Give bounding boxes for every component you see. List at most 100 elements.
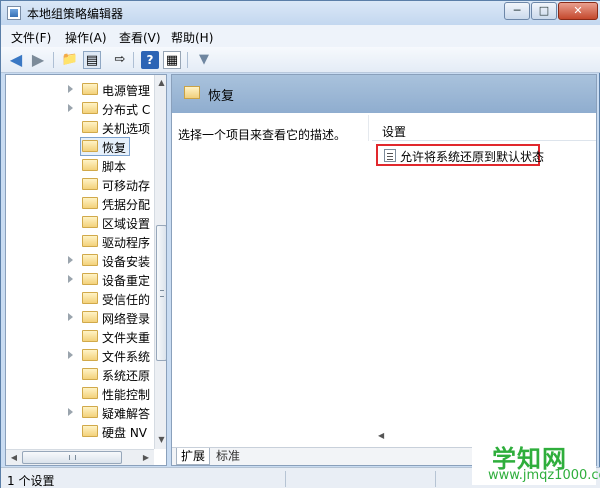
watermark-url: www.jmqz1000.com [488, 468, 600, 483]
tree-item-label: 区域设置 [102, 217, 151, 231]
folder-icon [82, 349, 98, 361]
tree-item[interactable]: 分布式 C [6, 99, 156, 118]
tree-item[interactable]: 设备安装 [6, 251, 156, 270]
tree-item[interactable]: 区域设置 [6, 213, 156, 232]
forward-arrow-icon[interactable]: ▶ [29, 51, 47, 69]
tree-item-label: 设备重定 [102, 274, 151, 288]
expand-arrow-icon[interactable] [68, 408, 73, 416]
gpedit-window: 本地组策略编辑器 ─ □ ✕ 文件(F) 操作(A) 查看(V) 帮助(H) ◀… [0, 0, 600, 488]
close-button[interactable]: ✕ [558, 2, 598, 20]
tree-item[interactable]: 设备重定 [6, 270, 156, 289]
menu-view[interactable]: 查看(V) [119, 29, 161, 46]
detail-title: 恢复 [208, 89, 235, 104]
folder-icon [82, 330, 98, 342]
folder-icon [82, 140, 98, 152]
filter-icon[interactable]: ▼ [195, 51, 213, 69]
scroll-left-arrow-icon[interactable]: ◀ [7, 451, 21, 464]
tree-pane[interactable]: 电源管理 分布式 C 关机选项恢复 脚本可移动存凭据分配区域设置驱动程序设备安装设备重… [5, 74, 167, 466]
properties-icon[interactable]: ▦ [163, 51, 181, 69]
tree-item[interactable]: 性能控制 [6, 384, 156, 403]
setting-row[interactable]: 允许将系统还原到默认状态 [376, 144, 544, 166]
tree-item[interactable]: 受信任的 [6, 289, 156, 308]
folder-icon [82, 121, 98, 133]
tree-item[interactable]: 系统还原 [6, 365, 156, 384]
scroll-down-arrow-icon[interactable]: ▼ [156, 433, 166, 447]
scroll-right-arrow-icon[interactable]: ▶ [139, 451, 153, 464]
folder-icon [82, 235, 98, 247]
scroll-up-arrow-icon[interactable]: ▲ [156, 76, 166, 90]
toolbar-separator [133, 52, 134, 68]
expand-arrow-icon[interactable] [68, 275, 73, 283]
expand-arrow-icon[interactable] [68, 104, 73, 112]
scroll-left-arrow-icon[interactable]: ◀ [378, 431, 384, 440]
folder-icon [82, 425, 98, 437]
tree-item-label: 系统还原 [102, 369, 151, 383]
tree-item-label: 文件夹重 [102, 331, 151, 345]
folder-icon [82, 197, 98, 209]
tab-extended[interactable]: 扩展 [176, 448, 211, 465]
tree-item-label: 电源管理 [102, 84, 151, 98]
folder-icon [184, 86, 200, 99]
back-arrow-icon[interactable]: ◀ [7, 51, 25, 69]
scroll-thumb[interactable] [156, 225, 166, 361]
expand-arrow-icon[interactable] [68, 313, 73, 321]
column-header-label: 设置 [382, 125, 407, 139]
app-icon [7, 6, 21, 20]
folder-icon [82, 254, 98, 266]
menu-bar: 文件(F) 操作(A) 查看(V) 帮助(H) [1, 25, 600, 47]
detail-header: 恢复 [172, 75, 596, 113]
tree-item[interactable]: 恢复 [6, 137, 156, 156]
tree-item-label: 设备安装 [102, 255, 151, 269]
menu-action[interactable]: 操作(A) [65, 29, 107, 46]
tree-item-label: 可移动存 [102, 179, 151, 193]
toolbar-separator [187, 52, 188, 68]
export-list-icon[interactable]: ⇨ [111, 51, 129, 69]
tree-item[interactable]: 脚本 [6, 156, 156, 175]
tree-item[interactable]: 文件夹重 [6, 327, 156, 346]
folder-icon [82, 292, 98, 304]
tree-item-label: 网络登录 [102, 312, 151, 326]
tab-standard[interactable]: 标准 [212, 448, 244, 465]
up-folder-icon[interactable]: 📁 [61, 51, 79, 69]
tree-item[interactable]: 驱动程序 [6, 232, 156, 251]
tree-item[interactable]: 凭据分配 [6, 194, 156, 213]
tree-item-label: 驱动程序 [102, 236, 151, 250]
tree-item[interactable]: 可移动存 [6, 175, 156, 194]
title-bar[interactable]: 本地组策略编辑器 ─ □ ✕ [1, 1, 600, 25]
tree-item-label: 凭据分配 [102, 198, 151, 212]
status-text: 1 个设置 [7, 474, 55, 488]
tree-item[interactable]: 电源管理 [6, 80, 156, 99]
folder-icon [82, 178, 98, 190]
tree-horizontal-scrollbar[interactable]: ◀ ▶ [6, 449, 154, 465]
folder-icon [82, 102, 98, 114]
help-icon[interactable]: ? [141, 51, 159, 69]
tree-item[interactable]: 网络登录 [6, 308, 156, 327]
folder-icon [82, 368, 98, 380]
window-title: 本地组策略编辑器 [27, 7, 124, 21]
maximize-button[interactable]: □ [531, 2, 557, 20]
expand-arrow-icon[interactable] [68, 351, 73, 359]
tree-item[interactable]: 疑难解答 [6, 403, 156, 422]
tree-item-label: 疑难解答 [102, 407, 151, 421]
tree-item-label: 关机选项 [102, 122, 151, 136]
tree-item[interactable]: 文件系统 [6, 346, 156, 365]
tree-vertical-scrollbar[interactable]: ▲ ▼ [154, 75, 166, 449]
folder-icon [82, 406, 98, 418]
scroll-thumb[interactable] [22, 451, 122, 464]
tree-item[interactable]: 关机选项 [6, 118, 156, 137]
tree-item-label: 性能控制 [102, 388, 151, 402]
folder-icon [82, 83, 98, 95]
tree-item-label: 恢复 [102, 141, 127, 155]
tree-item-label: 硬盘 NV [102, 426, 148, 440]
description-text: 选择一个项目来查看它的描述。 [178, 128, 347, 142]
menu-file[interactable]: 文件(F) [11, 29, 51, 46]
folder-icon [82, 311, 98, 323]
detail-pane: 恢复 选择一个项目来查看它的描述。 设置 允许将系统还原到默认状态 ◀ 扩展 标… [171, 74, 597, 466]
expand-arrow-icon[interactable] [68, 256, 73, 264]
column-header-setting[interactable]: 设置 [372, 115, 596, 141]
show-hide-tree-icon[interactable]: ▤ [83, 51, 101, 69]
minimize-button[interactable]: ─ [504, 2, 530, 20]
expand-arrow-icon[interactable] [68, 85, 73, 93]
tree-item[interactable]: 硬盘 NV [6, 422, 156, 441]
menu-help[interactable]: 帮助(H) [171, 29, 213, 46]
